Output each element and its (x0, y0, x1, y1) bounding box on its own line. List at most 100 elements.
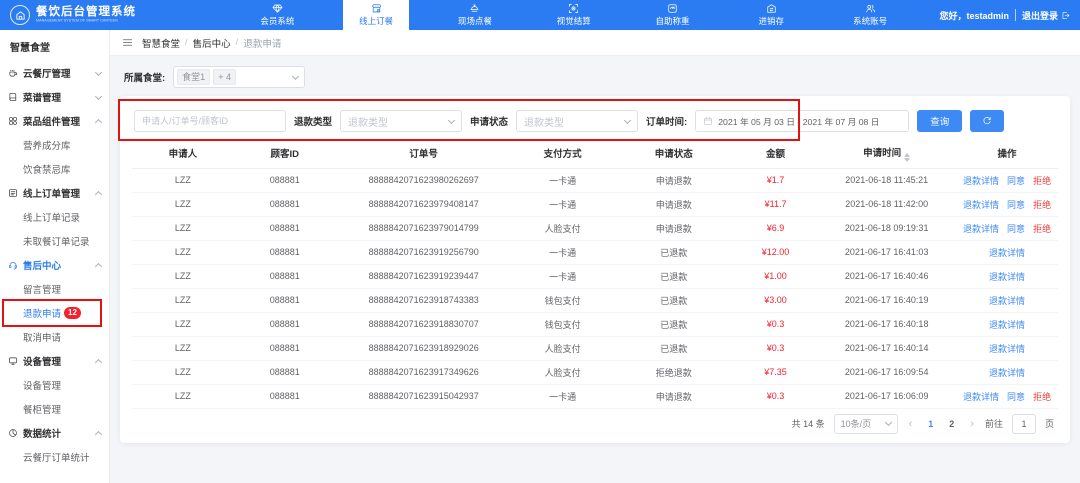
jump-unit: 页 (1045, 417, 1054, 430)
action-link[interactable]: 拒绝 (1033, 392, 1051, 402)
cell-time: 2021-06-17 16:40:19 (817, 288, 956, 312)
breadcrumb-item[interactable]: 售后中心 (193, 36, 231, 50)
cell-customer-id: 088881 (234, 264, 336, 288)
cell-pay-method: 一卡通 (512, 240, 614, 264)
page-size-select[interactable]: 10条/页 (834, 414, 898, 434)
sidebar-item[interactable]: 未取餐订单记录 (0, 229, 109, 253)
sidebar-item[interactable]: 线上订单记录 (0, 205, 109, 229)
action-link[interactable]: 退款详情 (963, 176, 999, 186)
collapse-menu-icon[interactable] (122, 37, 133, 48)
breadcrumb-item[interactable]: 智慧食堂 (142, 36, 180, 50)
sidebar-item[interactable]: 留言管理 (0, 277, 109, 301)
apply-status-label: 申请状态 (470, 114, 508, 128)
apply-status-placeholder: 退款类型 (524, 114, 564, 129)
cell-customer-id: 088881 (234, 288, 336, 312)
cell-status: 申请退款 (614, 384, 734, 408)
sidebar-item[interactable]: 设备管理 (0, 373, 109, 397)
search-button[interactable]: 查询 (917, 110, 962, 132)
order-time-range-picker[interactable]: 2021 年 05 月 03 日 - 2021 年 07 月 08 日 (695, 110, 909, 132)
cell-time: 2021-06-18 11:45:21 (817, 168, 956, 192)
sidebar-item[interactable]: 取消申请 (0, 325, 109, 349)
pagination-total: 共 14 条 (792, 417, 825, 430)
cell-status: 已退款 (614, 264, 734, 288)
cell-amount: ¥1.00 (734, 264, 817, 288)
action-link[interactable]: 退款详情 (989, 320, 1025, 330)
top-nav-label: 线上订餐 (359, 15, 393, 27)
sidebar-item[interactable]: 餐柜管理 (0, 397, 109, 421)
sidebar-title: 智慧食堂 (0, 30, 109, 61)
column-header-label: 订单号 (409, 149, 438, 160)
top-nav-item[interactable]: 线上订餐 (343, 0, 409, 30)
top-nav-item[interactable]: 会员系统 (244, 0, 310, 30)
cell-customer-id: 088881 (234, 360, 336, 384)
sort-icon[interactable] (904, 153, 910, 162)
breadcrumb-item[interactable]: 退款申请 (243, 36, 281, 50)
sidebar-group[interactable]: 数据统计 (0, 421, 109, 445)
top-nav-item[interactable]: 系统账号 (837, 0, 903, 30)
action-link[interactable]: 退款详情 (963, 224, 999, 234)
top-nav-label: 会员系统 (260, 15, 294, 27)
sidebar-item-label: 饮食禁忌库 (23, 162, 71, 176)
sidebar-group[interactable]: 菜谱管理 (0, 85, 109, 109)
top-nav-item[interactable]: 自助称重 (640, 0, 706, 30)
statistics-icon (8, 428, 18, 438)
order-time-label: 订单时间: (646, 114, 687, 128)
sidebar-group[interactable]: 菜品组件管理 (0, 109, 109, 133)
action-link[interactable]: 同意 (1007, 392, 1025, 402)
action-link[interactable]: 退款详情 (989, 368, 1025, 378)
chevron-up-icon (95, 359, 102, 366)
page-number[interactable]: 2 (944, 419, 959, 429)
column-header-label: 操作 (998, 149, 1017, 160)
cell-pay-method: 人脸支付 (512, 360, 614, 384)
sidebar-group[interactable]: 售后中心 (0, 253, 109, 277)
column-header: 支付方式 (512, 139, 614, 168)
page-jump-input[interactable] (1012, 414, 1036, 434)
canteen-select[interactable]: 食堂1 + 4 (173, 66, 305, 88)
action-link[interactable]: 同意 (1007, 200, 1025, 210)
action-link[interactable]: 退款详情 (989, 296, 1025, 306)
prev-page-button[interactable]: ‹ (907, 418, 915, 430)
chevron-down-icon (448, 116, 455, 123)
action-link[interactable]: 退款详情 (989, 272, 1025, 282)
canteen-filter-label: 所属食堂: (124, 70, 165, 84)
cell-time: 2021-06-17 16:06:09 (817, 384, 956, 408)
sidebar-item[interactable]: 饮食禁忌库 (0, 157, 109, 181)
sidebar-group[interactable]: 云餐厅管理 (0, 61, 109, 85)
cell-order-no: 8888842071623979408147 (336, 192, 512, 216)
next-page-button[interactable]: › (968, 418, 976, 430)
canteen-tag-more: + 4 (213, 69, 236, 85)
cell-status: 申请退款 (614, 168, 734, 192)
top-nav-item[interactable]: 进销存 (738, 0, 804, 30)
sidebar-item[interactable]: 营养成分库 (0, 133, 109, 157)
sidebar-group[interactable]: 线上订单管理 (0, 181, 109, 205)
apply-status-select[interactable]: 退款类型 (516, 110, 638, 132)
action-link[interactable]: 退款详情 (989, 344, 1025, 354)
page-number[interactable]: 1 (923, 419, 938, 429)
table-row: LZZ0888818888842071623979408147一卡通申请退款¥1… (132, 192, 1058, 216)
canteen-filter-row: 所属食堂: 食堂1 + 4 (110, 56, 1080, 96)
logout-link[interactable]: 退出登录 (1022, 9, 1070, 22)
refund-type-select[interactable]: 退款类型 (340, 110, 462, 132)
sidebar-item[interactable]: 云餐厅订单统计 (0, 445, 109, 469)
cell-applicant: LZZ (132, 288, 234, 312)
action-link[interactable]: 同意 (1007, 224, 1025, 234)
sidebar-group[interactable]: 设备管理 (0, 349, 109, 373)
top-nav-item[interactable]: 视觉结算 (541, 0, 607, 30)
action-link[interactable]: 拒绝 (1033, 224, 1051, 234)
sidebar-item[interactable]: 退款申请12 (0, 301, 109, 325)
cell-pay-method: 一卡通 (512, 264, 614, 288)
search-input[interactable] (134, 110, 286, 132)
action-link[interactable]: 退款详情 (963, 392, 999, 402)
action-link[interactable]: 拒绝 (1033, 176, 1051, 186)
action-link[interactable]: 退款详情 (989, 248, 1025, 258)
online-order-manage-icon (8, 188, 18, 198)
order-time-value: 2021 年 05 月 03 日 - 2021 年 07 月 08 日 (718, 115, 879, 128)
action-link[interactable]: 退款详情 (963, 200, 999, 210)
action-link[interactable]: 同意 (1007, 176, 1025, 186)
top-nav-item[interactable]: 现场点餐 (442, 0, 508, 30)
app-logo: 餐饮后台管理系统 MANAGEMENT SYSTEM OF SMART CANT… (0, 0, 218, 30)
top-nav-label: 系统账号 (853, 15, 887, 27)
self-weigh-icon (667, 3, 678, 14)
refresh-button[interactable] (970, 110, 1004, 132)
action-link[interactable]: 拒绝 (1033, 200, 1051, 210)
